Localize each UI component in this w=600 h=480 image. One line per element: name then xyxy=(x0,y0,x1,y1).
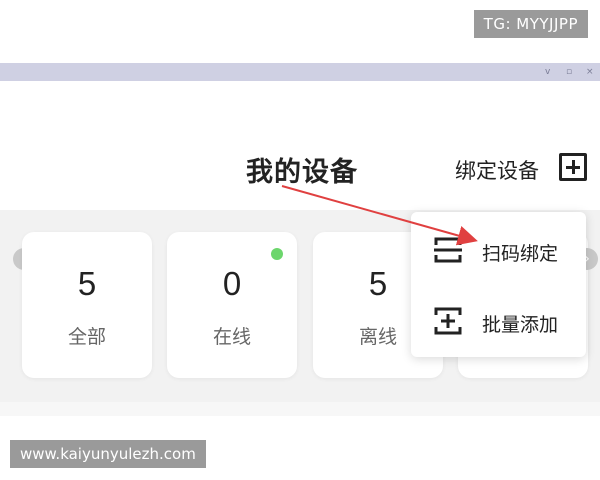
menu-item-label: 批量添加 xyxy=(482,314,559,336)
close-icon[interactable]: × xyxy=(586,66,594,78)
card-label: 在线 xyxy=(212,326,251,348)
card-count: 0 xyxy=(222,265,242,302)
add-device-icon[interactable] xyxy=(559,153,587,181)
card-label: 全部 xyxy=(67,326,106,348)
url-watermark: www.kaiyunyulezh.com xyxy=(10,440,206,468)
card-count: 5 xyxy=(77,265,97,302)
scan-icon xyxy=(434,237,462,263)
menu-item-batch-add[interactable]: 批量添加 xyxy=(411,296,586,346)
window-titlebar xyxy=(0,63,600,81)
restore-icon[interactable]: ▫ xyxy=(566,66,572,78)
menu-item-scan-bind[interactable]: 扫码绑定 xyxy=(411,225,586,275)
panel-footer xyxy=(0,402,600,416)
bind-device-menu: 扫码绑定 批量添加 xyxy=(411,212,586,357)
minimize-icon[interactable]: v xyxy=(545,66,550,78)
card-all-devices[interactable]: 5 全部 xyxy=(22,232,152,378)
menu-item-label: 扫码绑定 xyxy=(482,243,559,265)
online-status-dot xyxy=(271,248,283,260)
tg-watermark: TG: MYYJJPP xyxy=(473,10,588,38)
page-title: 我的设备 xyxy=(246,157,358,188)
batch-add-icon xyxy=(434,307,462,335)
bind-device-button[interactable]: 绑定设备 xyxy=(455,155,539,185)
